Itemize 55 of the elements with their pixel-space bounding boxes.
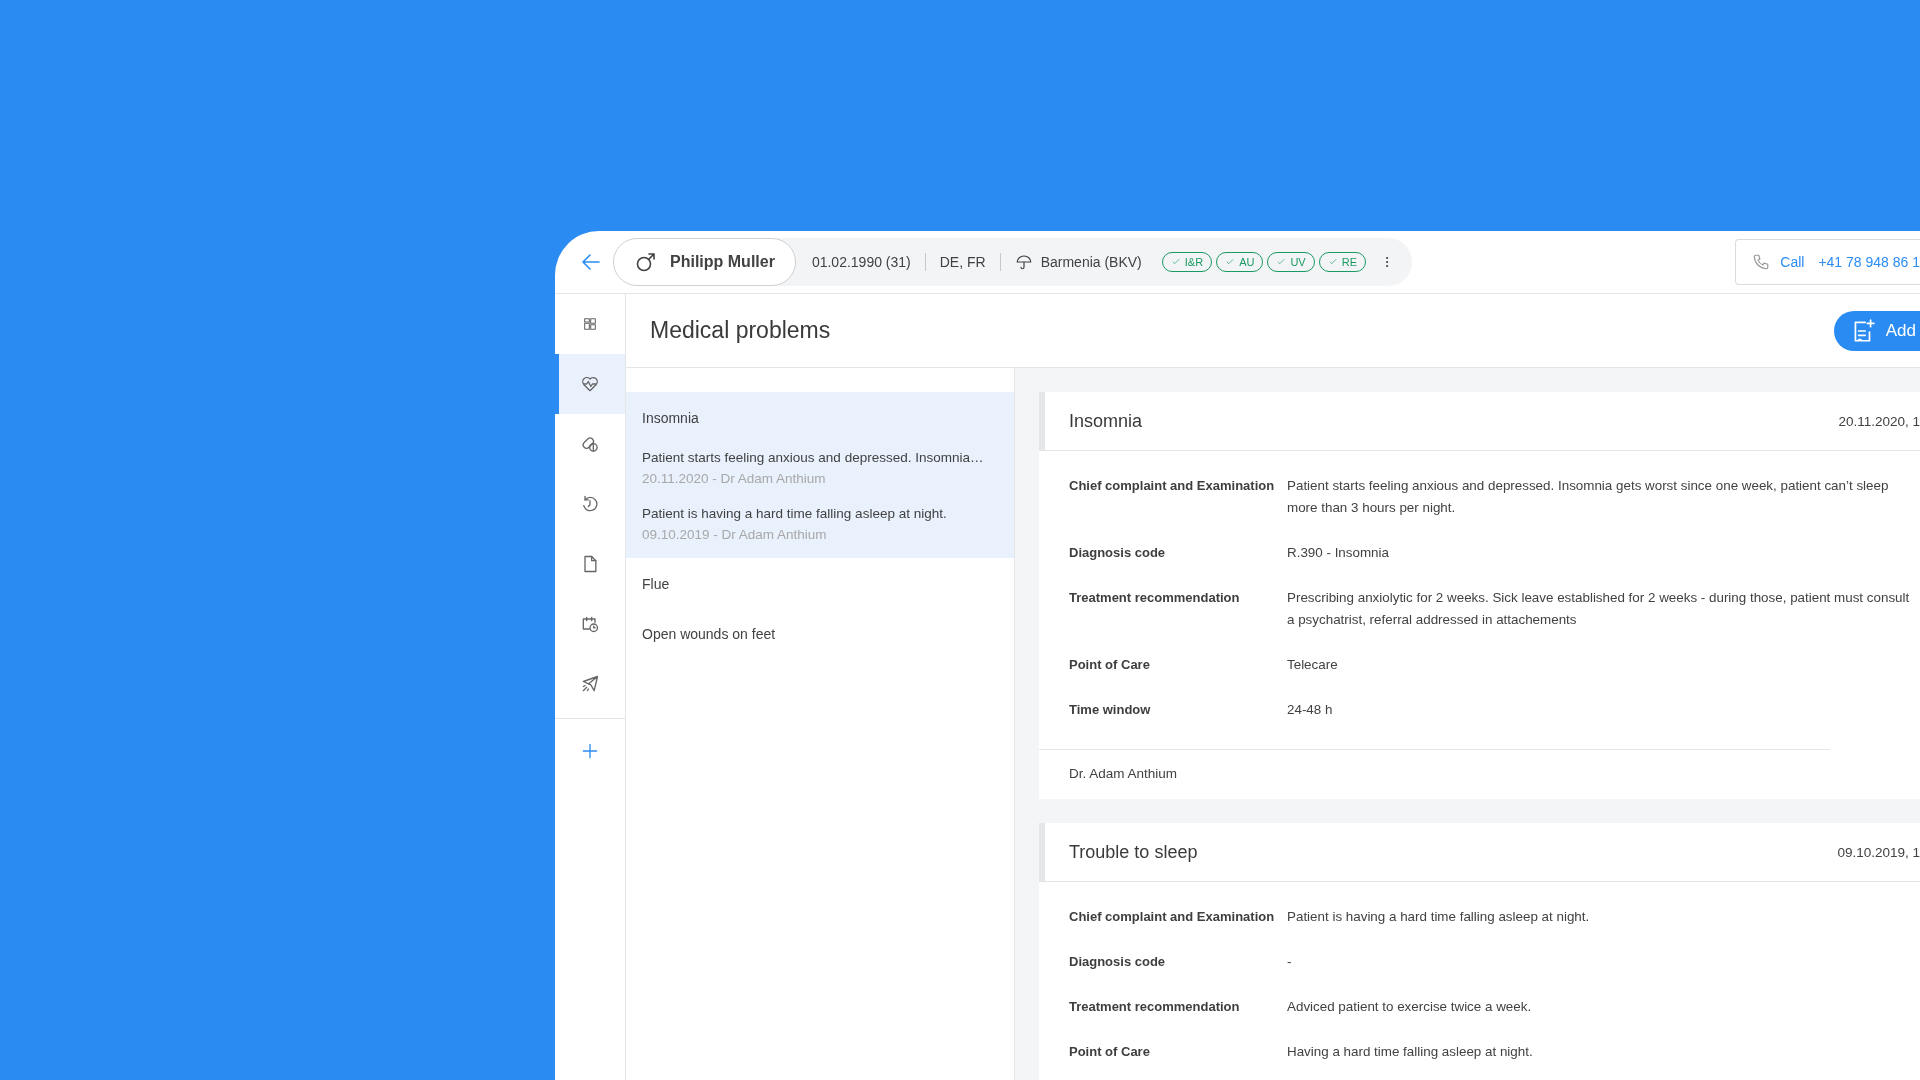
patient-chip[interactable]: Philipp Muller <box>613 238 796 286</box>
field-value: R.390 - Insomnia <box>1287 544 1390 562</box>
field-label: Treatment recommendation <box>1069 998 1241 1016</box>
record-title: Trouble to sleep <box>1069 841 1198 863</box>
field-label: Diagnosis code <box>1069 544 1167 562</box>
languages: DE, FR <box>939 254 986 270</box>
check-icon <box>1225 257 1236 267</box>
sidebar-item[interactable] <box>555 354 625 414</box>
field-label: Treatment recommendation <box>1069 589 1241 607</box>
field-value: Prescribing anxiolytic for 2 weeks. Sick leave established for 2 weeks - during those, patient must consult a psychatrist, referral addressed in attachements <box>1287 589 1911 629</box>
phone-icon <box>1752 253 1771 271</box>
field-label: Point of Care <box>1069 656 1151 674</box>
field-label: Time window <box>1069 701 1152 719</box>
field-value: Having a hard time falling asleep at night. <box>1287 1043 1534 1061</box>
check-icon <box>1276 257 1287 267</box>
field-label: Diagnosis code <box>1069 953 1167 971</box>
field-value: 24-48 h <box>1287 701 1334 719</box>
record-author: Dr. Adam Anthium <box>1069 766 1178 781</box>
entry-text[interactable]: Patient is having a hard time falling asleep at night. <box>642 506 998 521</box>
field-value: Patient starts feeling anxious and depressed. Insomnia gets worst since one week, patient can’t sleep more than 3 hours per night. <box>1287 477 1890 517</box>
field-label: Chief complaint and Examination <box>1069 477 1276 495</box>
calendar-clock-icon <box>580 614 600 634</box>
patient-name: Philipp Muller <box>670 253 775 271</box>
problem-title: Open wounds on feet <box>642 626 777 642</box>
field-label: Point of Care <box>1069 1043 1151 1061</box>
field-value: Patient is having a hard time falling asleep at night. <box>1287 908 1591 926</box>
entry-text[interactable]: Patient starts feeling anxious and depressed. Insomnia… <box>642 450 998 465</box>
call-button[interactable]: Call +41 78 948 86 1 <box>1735 239 1920 285</box>
pills-icon <box>580 434 600 454</box>
airplane-icon <box>580 674 600 694</box>
record-date: 09.10.2019, 1 <box>1837 844 1920 860</box>
entry-meta: 20.11.2020 - Dr Adam Anthium <box>642 471 827 486</box>
field-value: Adviced patient to exercise twice a week. <box>1287 998 1533 1016</box>
heart-pulse-icon <box>580 374 600 394</box>
selected-problem-group[interactable]: Insomnia Patient starts feeling anxious and depressed. Insomnia… 20.11.2020 - Dr Adam Anthium Patient is having a hard time falling asleep at night. 09.10.2019 - Dr Adam Anthium <box>626 392 1014 558</box>
field-label: Chief complaint and Examination <box>1069 908 1276 926</box>
page-title: Medical problems <box>650 317 831 344</box>
male-icon <box>634 250 658 274</box>
check-icon <box>1327 257 1338 267</box>
birth-date: 01.02.1990 (31) <box>811 254 911 270</box>
entry-meta: 09.10.2019 - Dr Adam Anthium <box>642 527 828 542</box>
field-value: - <box>1287 953 1293 971</box>
problem-title: Insomnia <box>642 410 700 426</box>
problem-item[interactable]: Open wounds on feet <box>626 608 1014 658</box>
problem-title: Flue <box>642 576 671 592</box>
insurance: Barmenia (BKV) <box>1040 254 1142 270</box>
add-icon <box>580 741 600 761</box>
history-icon <box>580 494 600 514</box>
problem-item[interactable]: Flue <box>626 558 1014 608</box>
field-value: Telecare <box>1287 656 1339 674</box>
record-date: 20.11.2020, 1 <box>1838 413 1920 429</box>
umbrella-icon <box>1014 253 1033 271</box>
check-icon <box>1170 257 1181 267</box>
dashboard-icon <box>582 316 598 332</box>
record-title: Insomnia <box>1069 410 1143 432</box>
